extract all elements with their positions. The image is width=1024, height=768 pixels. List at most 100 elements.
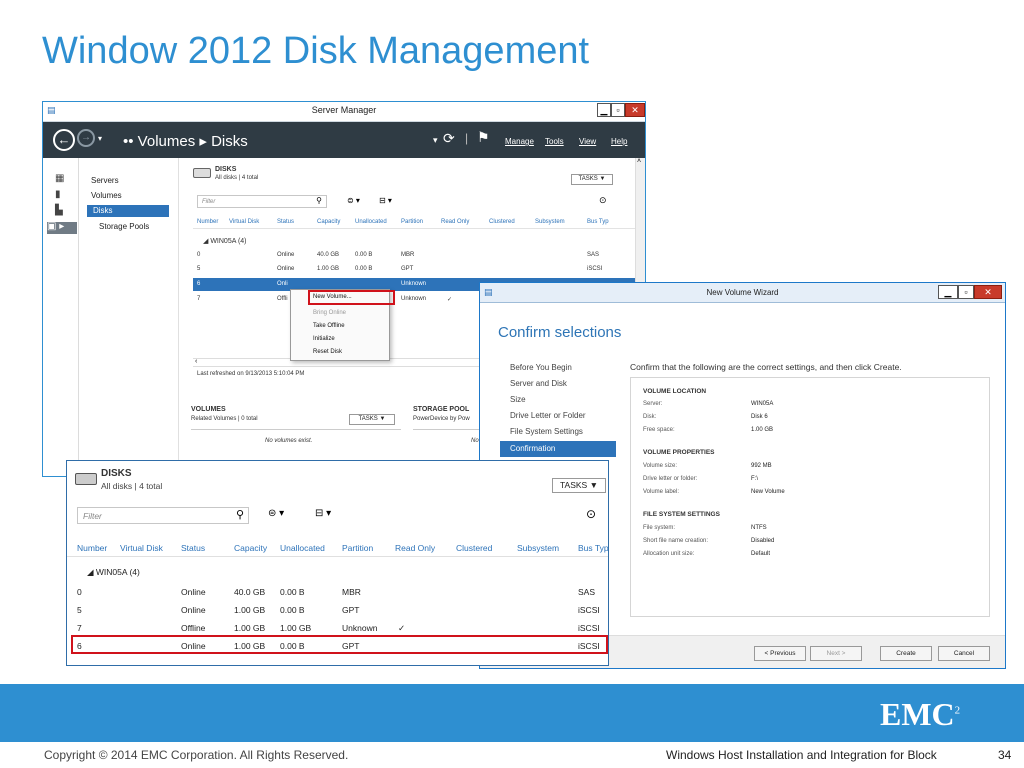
col-partition[interactable]: Partition — [342, 543, 373, 553]
group-by-icon[interactable]: ⊜ ▾ — [268, 508, 284, 519]
zoom-filter-input[interactable]: Filter ⚲ — [77, 507, 249, 524]
menu-item-initialize[interactable]: Initialize — [313, 336, 335, 342]
zoom-tasks-button[interactable]: TASKS ▼ — [552, 478, 606, 493]
tasks-label: TASKS — [358, 416, 378, 422]
table-row[interactable]: 0 Online 40.0 GB 0.00 B MBR SAS — [67, 585, 608, 601]
wizard-step-drive-letter[interactable]: Drive Letter or Folder — [510, 411, 586, 420]
search-icon: ⚲ — [316, 196, 322, 205]
menu-manage[interactable]: Manage — [505, 137, 534, 146]
cell-number: 7 — [197, 296, 201, 302]
disks-filter-input[interactable]: Filter ⚲ — [197, 195, 327, 208]
col-virtual-disk[interactable]: Virtual Disk — [229, 219, 259, 225]
maximize-button[interactable]: ▫ — [611, 103, 625, 117]
volumes-subtitle: Related Volumes | 0 total — [191, 416, 258, 422]
wizard-maximize-button[interactable]: ▫ — [958, 285, 974, 299]
menu-item-reset-disk[interactable]: Reset Disk — [313, 349, 342, 355]
col-bus-type[interactable]: Bus Typ — [578, 543, 608, 553]
allocation-unit-label: Allocation unit size: — [643, 551, 695, 557]
close-button[interactable]: ✕ — [625, 103, 645, 117]
history-dropdown-icon[interactable]: ▾ — [98, 134, 102, 143]
col-subsystem[interactable]: Subsystem — [535, 219, 565, 225]
volumes-tasks-button[interactable]: TASKS ▼ — [349, 414, 395, 425]
col-read-only[interactable]: Read Only — [395, 543, 435, 553]
group-by-icon[interactable]: ⊜ ▾ — [347, 196, 360, 205]
scroll-up-icon[interactable]: ˄ — [637, 158, 641, 165]
dashboard-icon[interactable]: ▦ — [55, 174, 67, 184]
col-status[interactable]: Status — [277, 219, 294, 225]
col-number[interactable]: Number — [197, 219, 218, 225]
refresh-dropdown-icon[interactable]: ▾ — [433, 135, 438, 146]
volume-size-value: 992 MB — [751, 463, 772, 469]
cell-status: Online — [277, 266, 295, 272]
col-unallocated[interactable]: Unallocated — [355, 219, 387, 225]
all-servers-icon[interactable]: ▙ — [55, 206, 67, 216]
subnav-item-volumes[interactable]: Volumes — [91, 191, 122, 200]
wizard-step-size[interactable]: Size — [510, 395, 526, 404]
scroll-left-icon[interactable]: ‹ — [195, 358, 197, 365]
logo-superscript: 2 — [954, 704, 961, 717]
subnav-item-servers[interactable]: Servers — [91, 176, 119, 185]
table-row[interactable]: 5 Online 1.00 GB 0.00 B GPT iSCSI — [67, 603, 608, 619]
cancel-button[interactable]: Cancel — [938, 646, 990, 661]
refresh-icon[interactable]: ⟳ — [443, 130, 455, 147]
table-row[interactable]: 0 Online 40.0 GB 0.00 B MBR SAS — [193, 250, 645, 261]
col-virtual-disk[interactable]: Virtual Disk — [120, 543, 163, 553]
wizard-titlebar: ▤ New Volume Wizard ▁ ▫ ✕ — [480, 283, 1005, 303]
volumes-empty-message: No volumes exist. — [265, 438, 313, 444]
col-status[interactable]: Status — [181, 543, 205, 553]
menu-item-bring-online[interactable]: Bring Online — [313, 310, 346, 316]
save-query-icon[interactable]: ⊟ ▾ — [379, 196, 392, 205]
zoom-filter-placeholder: Filter — [83, 511, 102, 521]
wizard-step-before-you-begin[interactable]: Before You Begin — [510, 363, 572, 372]
col-read-only[interactable]: Read Only — [441, 219, 469, 225]
col-bus-type[interactable]: Bus Typ — [587, 219, 609, 225]
create-button[interactable]: Create — [880, 646, 932, 661]
subnav-item-disks[interactable]: Disks — [87, 205, 169, 217]
wizard-step-confirmation[interactable]: Confirmation — [500, 441, 616, 457]
forward-icon[interactable]: → — [77, 129, 95, 147]
zoom-table-group-win05a[interactable]: ◢ WIN05A (4) — [87, 567, 140, 578]
volume-label-label: Volume label: — [643, 489, 680, 495]
cell-number: 6 — [197, 281, 201, 287]
col-unallocated[interactable]: Unallocated — [280, 543, 325, 553]
notifications-flag-icon[interactable]: ⚑ — [477, 129, 490, 146]
wizard-step-file-system[interactable]: File System Settings — [510, 427, 583, 436]
col-capacity[interactable]: Capacity — [317, 219, 340, 225]
file-storage-services-icon[interactable]: ▣ ▸ — [47, 222, 77, 234]
tasks-label: TASKS — [559, 480, 588, 490]
search-icon: ⚲ — [235, 509, 244, 521]
col-number[interactable]: Number — [77, 543, 107, 553]
col-clustered[interactable]: Clustered — [456, 543, 492, 553]
table-group-win05a[interactable]: ◢ WIN05A (4) — [203, 237, 247, 245]
wizard-close-button[interactable]: ✕ — [974, 285, 1002, 299]
table-row[interactable]: 5 Online 1.00 GB 0.00 B GPT iSCSI — [193, 264, 645, 275]
wizard-intro-text: Confirm that the following are the corre… — [630, 362, 902, 372]
previous-button[interactable]: < Previous — [754, 646, 806, 661]
wizard-minimize-button[interactable]: ▁ — [938, 285, 958, 299]
cell-capacity: 1.00 GB — [234, 623, 266, 633]
wizard-window-title: New Volume Wizard — [706, 288, 779, 297]
menu-help[interactable]: Help — [611, 137, 627, 146]
col-capacity[interactable]: Capacity — [234, 543, 267, 553]
page-number: 34 — [998, 748, 1012, 762]
wizard-summary-box: VOLUME LOCATION Server: WIN05A Disk: Dis… — [630, 377, 990, 617]
col-subsystem[interactable]: Subsystem — [517, 543, 559, 553]
storage-pool-empty-message: No — [471, 438, 479, 444]
col-partition[interactable]: Partition — [401, 219, 423, 225]
expand-collapse-icon[interactable]: ⊙ — [599, 195, 607, 206]
menu-view[interactable]: View — [579, 137, 596, 146]
local-server-icon[interactable]: ▮ — [55, 190, 67, 200]
menu-item-take-offline[interactable]: Take Offline — [313, 323, 345, 329]
minimize-button[interactable]: ▁ — [597, 103, 611, 117]
wizard-step-server-and-disk[interactable]: Server and Disk — [510, 379, 567, 388]
menu-tools[interactable]: Tools — [545, 137, 564, 146]
cell-status: Online — [181, 587, 206, 597]
expand-collapse-icon[interactable]: ⊙ — [586, 507, 596, 521]
subnav-item-storage-pools[interactable]: Storage Pools — [99, 222, 149, 231]
col-clustered[interactable]: Clustered — [489, 219, 515, 225]
save-query-icon[interactable]: ⊟ ▾ — [315, 508, 331, 519]
cell-unallocated: 0.00 B — [355, 252, 373, 258]
next-button[interactable]: Next > — [810, 646, 862, 661]
disks-tasks-button[interactable]: TASKS ▼ — [571, 174, 613, 185]
back-icon[interactable]: ← — [53, 129, 75, 151]
